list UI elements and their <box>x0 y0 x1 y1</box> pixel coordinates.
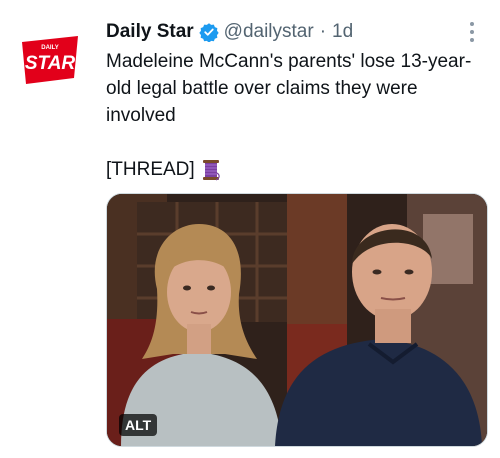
verified-badge-icon <box>198 22 219 43</box>
author-handle[interactable]: @dailystar <box>224 21 314 43</box>
spool-of-thread-icon <box>201 159 221 181</box>
tweet-thread-line: [THREAD] <box>106 156 486 183</box>
tweet-text: Madeleine McCann's parents' lose 13-year… <box>106 48 486 183</box>
author-name[interactable]: Daily Star <box>106 21 194 43</box>
tweet-text-headline: Madeleine McCann's parents' lose 13-year… <box>106 51 472 126</box>
daily-star-logo-avatar[interactable]: DAILY STAR <box>20 36 80 84</box>
tweet[interactable]: DAILY STAR Daily Star @dailystar · 1d Ma… <box>0 0 500 458</box>
alt-text-badge[interactable]: ALT <box>119 414 158 436</box>
tweet-header: Daily Star @dailystar · 1d <box>106 18 460 46</box>
daily-star-logo: DAILY STAR <box>22 36 78 84</box>
logo-big-text: STAR <box>25 53 76 74</box>
more-options-icon[interactable] <box>464 22 480 42</box>
couple-interview-photo <box>107 194 487 446</box>
separator-dot: · <box>319 21 327 42</box>
tweet-media-photo[interactable]: ALT <box>106 193 488 447</box>
tweet-timestamp[interactable]: 1d <box>332 21 353 43</box>
logo-small-text: DAILY <box>41 45 58 51</box>
thread-label: [THREAD] <box>106 159 195 180</box>
